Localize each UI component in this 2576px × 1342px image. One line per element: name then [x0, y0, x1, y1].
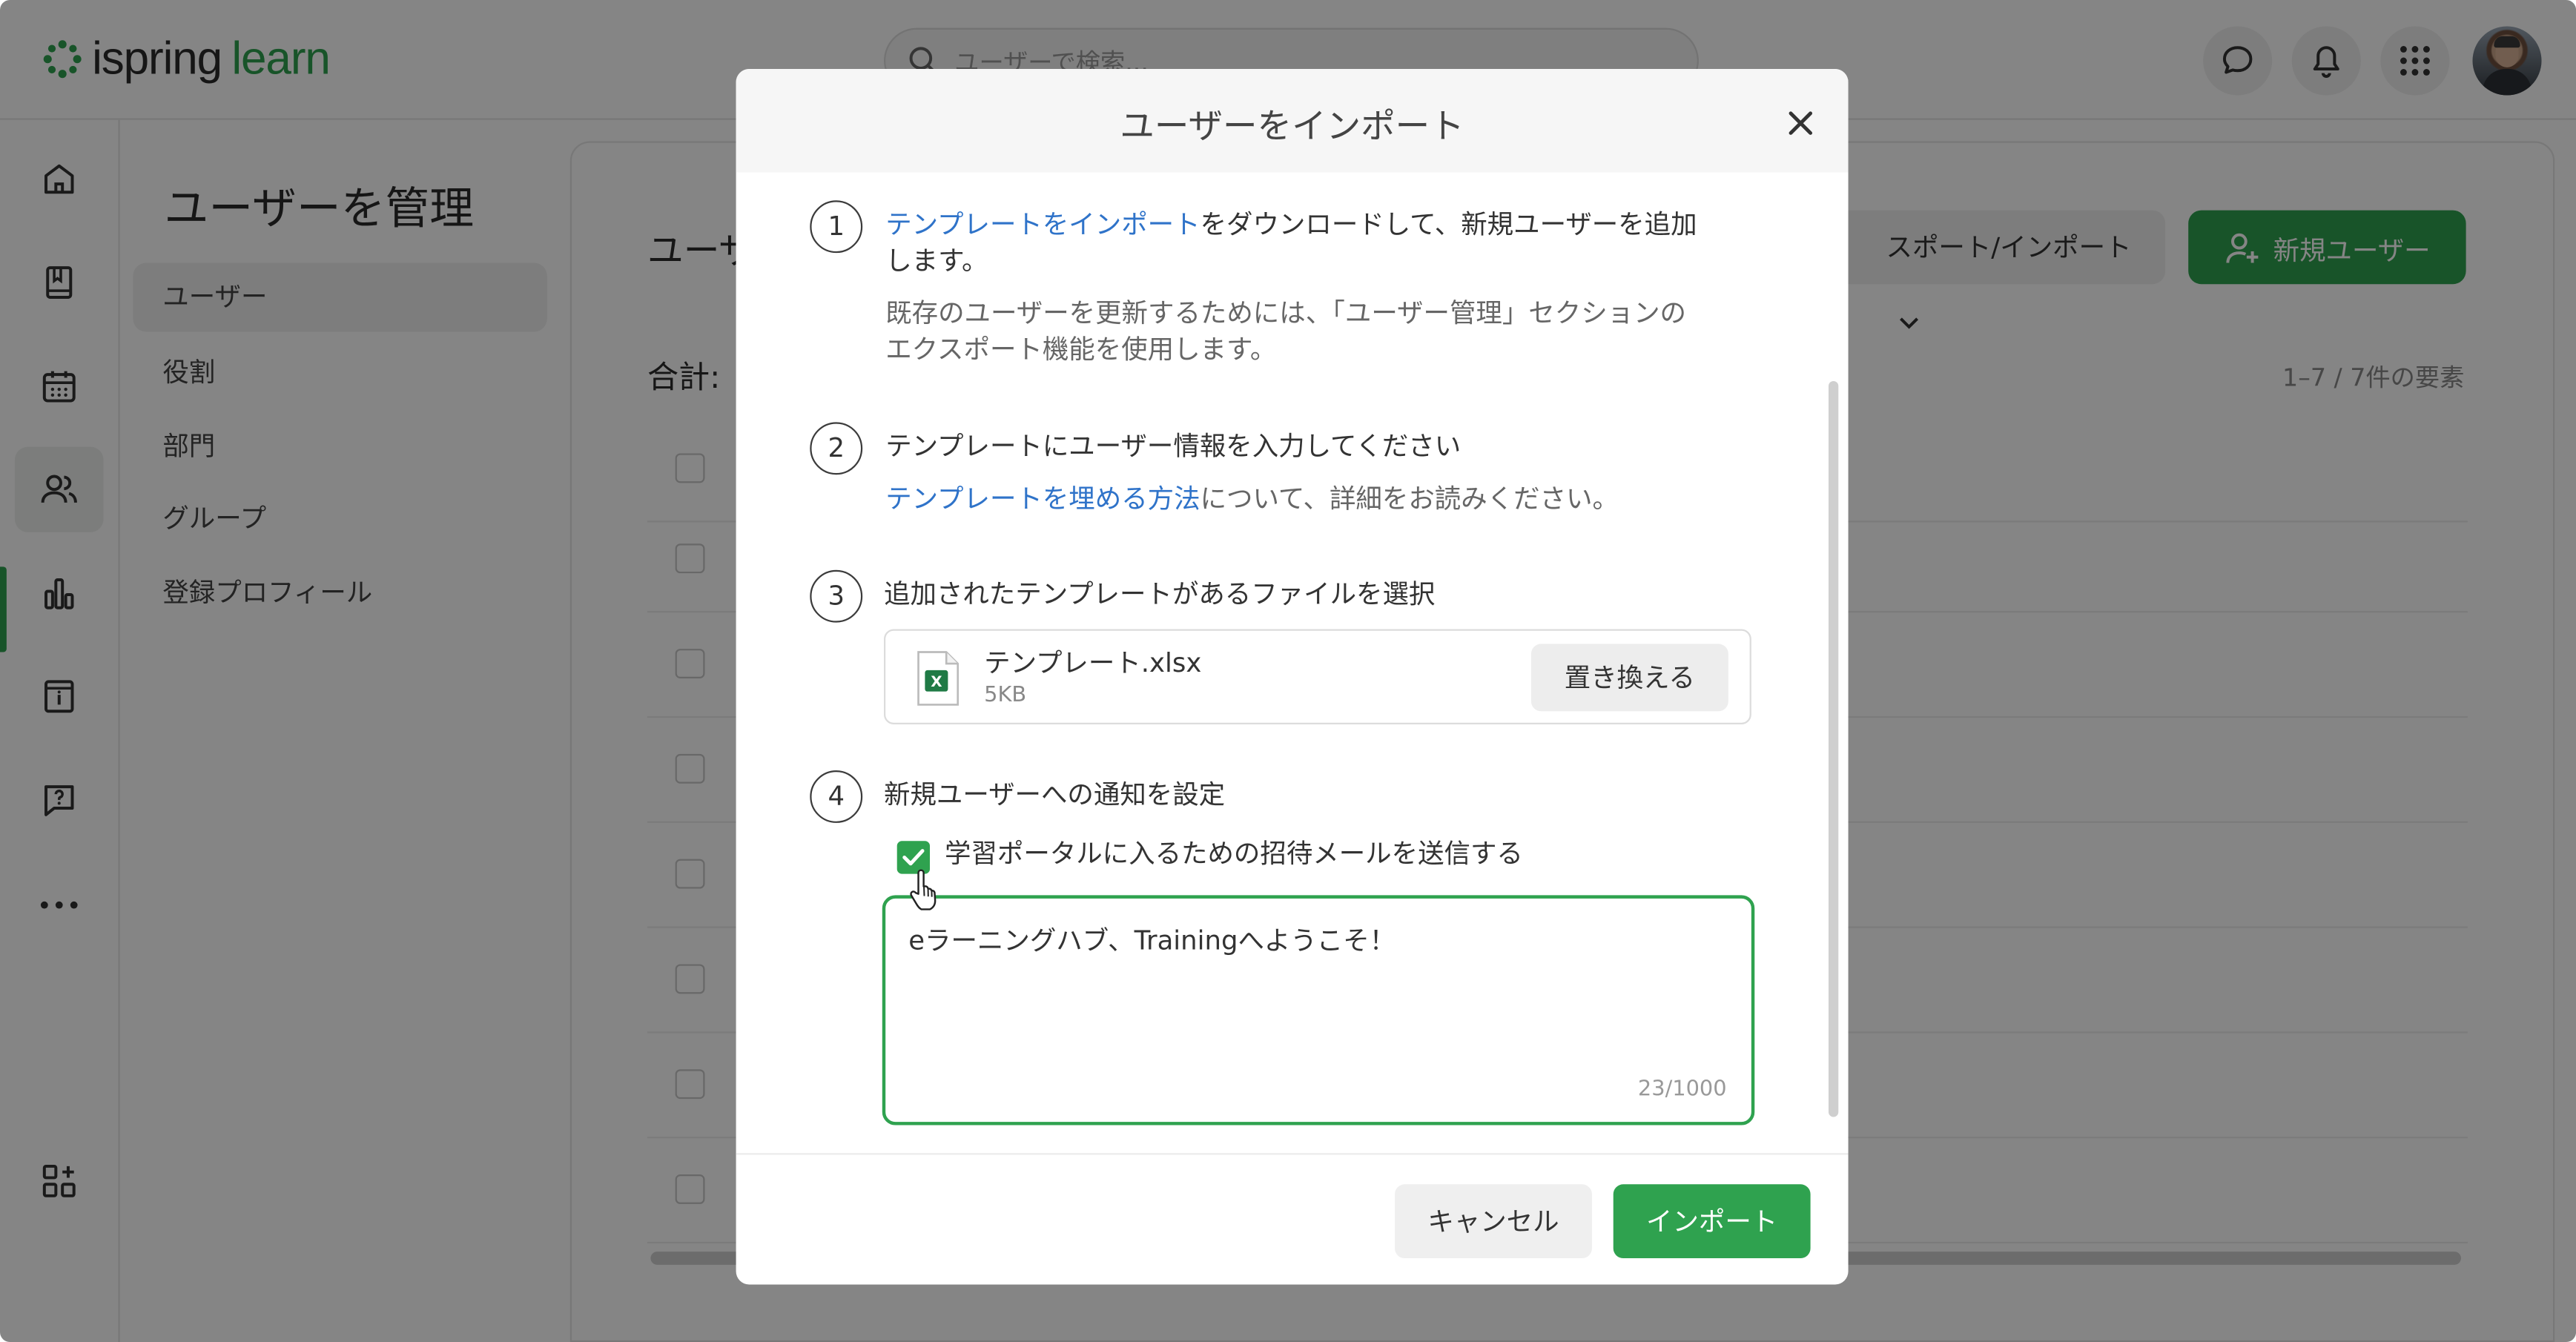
step-1-number: 1 — [810, 200, 863, 254]
checkmark-icon — [902, 849, 925, 866]
character-counter: 23/1000 — [1637, 1077, 1727, 1103]
import-users-dialog: ユーザーをインポート 1 テンプレートをインポートをダウンロードして、新規ユーザ… — [736, 69, 1849, 1285]
step-1-sub-line1: 既存のユーザーを更新するためには、「ユーザー管理」セクションの — [885, 297, 1687, 329]
step-1-sub-line2: エクスポート機能を使用します。 — [885, 333, 1277, 365]
step-1-subtext: 既存のユーザーを更新するためには、「ユーザー管理」セクションの エクスポート機能… — [885, 296, 1772, 368]
close-icon — [1789, 111, 1813, 135]
dialog-footer-divider — [736, 1153, 1849, 1155]
invite-message-text: eラーニングハブ、Trainingへようこそ！ — [908, 925, 1396, 956]
dialog-title: ユーザーをインポート — [1120, 107, 1464, 147]
step-2-text: テンプレートにユーザー情報を入力してください — [885, 430, 1462, 462]
dialog-scrollbar[interactable] — [1828, 380, 1839, 1117]
send-invite-label[interactable]: 学習ポータルに入るための招待メールを送信する — [945, 836, 1523, 873]
step-2-number: 2 — [810, 422, 863, 475]
step-3-text: 追加されたテンプレートがあるファイルを選択 — [883, 578, 1436, 609]
step-3-number: 3 — [810, 569, 863, 623]
how-to-fill-template-link[interactable]: テンプレートを埋める方法 — [885, 483, 1200, 514]
step-1-text: テンプレートをインポートをダウンロードして、新規ユーザーを追加 します。 — [885, 207, 1772, 279]
step-2-sub-rest: について、詳細をお読みください。 — [1200, 483, 1619, 515]
svg-text:X: X — [931, 673, 942, 690]
selected-file: X テンプレート.xlsx 5KB 置き換える — [883, 629, 1751, 724]
replace-file-button[interactable]: 置き換える — [1530, 644, 1728, 712]
import-button[interactable]: インポート — [1613, 1184, 1811, 1258]
cancel-button[interactable]: キャンセル — [1395, 1184, 1592, 1258]
step-1-text-rest: をダウンロードして、新規ユーザーを追加 — [1200, 208, 1697, 240]
step-2-subtext: テンプレートを埋める方法について、詳細をお読みください。 — [885, 481, 1619, 518]
dialog-header: ユーザーをインポート — [736, 69, 1849, 173]
file-name: テンプレート.xlsx — [984, 647, 1202, 678]
file-size: 5KB — [984, 683, 1027, 708]
app-window: ispring learn ユーザーで検索... ユーザーを管理 ユーザー 役割… — [0, 0, 2576, 1342]
excel-file-icon: X — [917, 651, 960, 706]
step-4-text: 新規ユーザーへの通知を設定 — [883, 779, 1226, 810]
close-button[interactable] — [1781, 104, 1820, 143]
hand-cursor-icon — [910, 869, 937, 910]
step-1-text-line2: します。 — [885, 245, 988, 277]
invite-message-textarea[interactable]: eラーニングハブ、Trainingへようこそ！ 23/1000 — [882, 895, 1755, 1126]
step-4-number: 4 — [810, 770, 863, 823]
download-template-link[interactable]: テンプレートをインポート — [885, 208, 1200, 239]
